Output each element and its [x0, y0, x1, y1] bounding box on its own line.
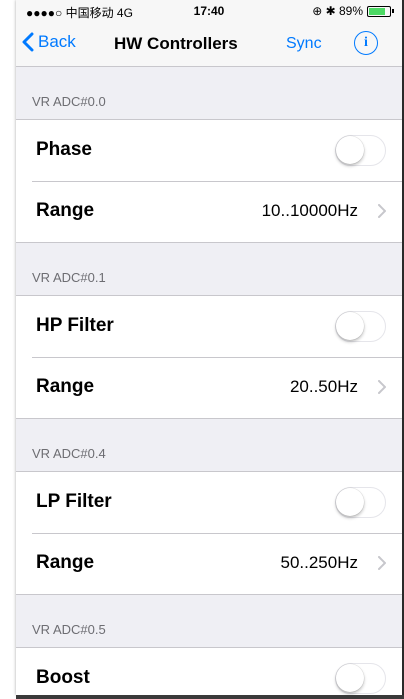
- settings-group-adc-0-0: Phase Range 10..10000Hz: [16, 120, 402, 243]
- section-header-label: VR ADC#0.1: [32, 270, 106, 285]
- battery-fill: [369, 7, 385, 15]
- section-header-adc-0-4: VR ADC#0.4: [16, 419, 402, 472]
- battery-tip: [392, 9, 394, 13]
- chevron-right-icon: [378, 556, 386, 570]
- section-header-label: VR ADC#0.4: [32, 446, 106, 461]
- range-value: 20..50Hz: [289, 377, 358, 396]
- range-value: 50..250Hz: [280, 553, 359, 572]
- chevron-right-icon: [378, 204, 386, 218]
- back-label: Back: [38, 32, 76, 51]
- section-header-adc-0-1: VR ADC#0.1: [16, 243, 402, 296]
- row-label: HP Filter: [36, 315, 114, 336]
- chevron-right-icon: [378, 380, 386, 394]
- page-title: HW Controllers: [114, 34, 238, 53]
- toggle-knob: [336, 136, 364, 164]
- phase-toggle[interactable]: [335, 135, 386, 166]
- sync-button[interactable]: Sync: [286, 35, 322, 53]
- lp-filter-row: LP Filter: [16, 472, 402, 533]
- lp-filter-toggle[interactable]: [335, 487, 386, 518]
- battery-icon: [367, 5, 391, 17]
- settings-group-adc-0-4: LP Filter Range 50..250Hz: [16, 472, 402, 595]
- chevron-left-icon: [22, 32, 34, 52]
- range-value: 10..10000Hz: [261, 201, 358, 220]
- settings-group-adc-0-1: HP Filter Range 20..50Hz: [16, 296, 402, 419]
- row-label: LP Filter: [36, 491, 112, 512]
- row-label: Range: [36, 376, 95, 397]
- phone-screen: ●●●●○ 中国移动 4G 17:40 ⊕ ✱ 89% Back HW Cont…: [16, 0, 402, 695]
- status-indicator-text: ⊕ ✱ 89%: [312, 4, 363, 18]
- row-label: Range: [36, 200, 95, 221]
- hp-filter-toggle[interactable]: [335, 311, 386, 342]
- toggle-knob: [336, 488, 364, 516]
- section-header-label: VR ADC#0.5: [32, 622, 106, 637]
- boost-row: Boost: [16, 648, 402, 695]
- row-label: Phase: [36, 139, 92, 160]
- phase-row: Phase: [16, 120, 402, 181]
- boost-toggle[interactable]: [335, 663, 386, 694]
- range-row[interactable]: Range 10..10000Hz: [16, 181, 402, 242]
- toggle-knob: [336, 312, 364, 340]
- navigation-bar: Back HW Controllers Sync i: [16, 22, 402, 67]
- range-row[interactable]: Range 50..250Hz: [16, 533, 402, 594]
- section-header-label: VR ADC#0.0: [32, 94, 106, 109]
- status-indicators: ⊕ ✱ 89%: [312, 4, 394, 18]
- row-label: Boost: [36, 667, 90, 688]
- status-bar: ●●●●○ 中国移动 4G 17:40 ⊕ ✱ 89%: [16, 0, 402, 22]
- info-button[interactable]: i: [354, 31, 378, 55]
- section-header-adc-0-5: VR ADC#0.5: [16, 595, 402, 648]
- toggle-knob: [336, 664, 364, 692]
- frame-edge: [16, 695, 404, 699]
- range-row[interactable]: Range 20..50Hz: [16, 357, 402, 418]
- settings-group-adc-0-5: Boost: [16, 648, 402, 695]
- back-button[interactable]: Back: [22, 32, 76, 52]
- row-label: Range: [36, 552, 95, 573]
- info-icon: i: [364, 35, 368, 50]
- hp-filter-row: HP Filter: [16, 296, 402, 357]
- section-header-adc-0-0: VR ADC#0.0: [16, 67, 402, 120]
